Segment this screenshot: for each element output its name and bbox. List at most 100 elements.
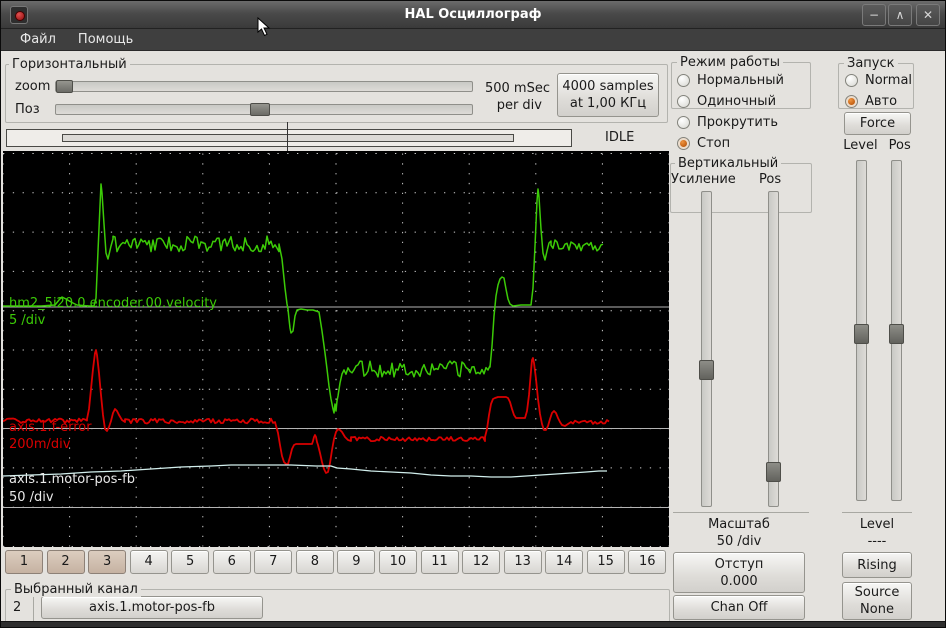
trigger-option-1[interactable]: Авто bbox=[845, 93, 912, 109]
samples-button-line1: 4000 samples bbox=[562, 79, 654, 94]
trigger-option-label: Normal bbox=[865, 72, 913, 88]
selected-channel-frame-label: Выбранный канал bbox=[11, 582, 141, 597]
trigger-radio-group: Normal Авто bbox=[845, 73, 912, 115]
zoom-slider-handle[interactable] bbox=[56, 80, 73, 93]
samples-button-line2: at 1,00 КГц bbox=[569, 96, 647, 111]
rate-per-div-line2: per div bbox=[496, 98, 542, 113]
trigger-pos-slider-handle[interactable] bbox=[889, 323, 904, 344]
scope-canvas bbox=[2, 153, 670, 547]
rate-per-div-line1: 500 mSec bbox=[484, 81, 550, 96]
mode-option-label: Одиночный bbox=[697, 93, 777, 109]
channel-button-16[interactable]: 16 bbox=[628, 550, 667, 574]
trigger-option-label: Авто bbox=[865, 93, 898, 109]
radio-icon[interactable] bbox=[677, 73, 690, 87]
radio-icon[interactable] bbox=[677, 136, 690, 150]
offset-button-value: 0.000 bbox=[720, 573, 758, 589]
channel-button-10[interactable]: 10 bbox=[378, 550, 417, 574]
channel-button-7[interactable]: 7 bbox=[254, 550, 293, 574]
scale-value: 50 /div bbox=[716, 534, 762, 549]
scale-label: Масштаб bbox=[708, 517, 770, 532]
vertical-pos-slider-label: Pos bbox=[759, 172, 782, 187]
mode-option-0[interactable]: Нормальный bbox=[677, 72, 784, 88]
trigger-position-marker bbox=[287, 122, 288, 152]
channel-button-15[interactable]: 15 bbox=[586, 550, 625, 574]
trace-2-name-label: axis.1.f-error bbox=[9, 420, 92, 435]
scope-display bbox=[2, 151, 670, 547]
mode-option-2[interactable]: Прокрутить bbox=[677, 114, 784, 130]
radio-icon[interactable] bbox=[677, 94, 690, 108]
channel-button-5[interactable]: 5 bbox=[171, 550, 210, 574]
trace-1-name-label: hm2_5i20.0.encoder.00.velocity bbox=[9, 296, 217, 311]
minimize-button[interactable]: − bbox=[862, 4, 886, 26]
selected-channel-name-button[interactable]: axis.1.motor-pos-fb bbox=[41, 596, 263, 619]
trigger-level-slider-handle[interactable] bbox=[854, 323, 869, 344]
vertical-frame-label: Вертикальный bbox=[675, 156, 782, 171]
trace-3-name-label: axis.1.motor-pos-fb bbox=[9, 472, 135, 487]
trigger-level-label: Level bbox=[843, 138, 878, 153]
force-button[interactable]: Force bbox=[844, 112, 911, 135]
trigger-level-readout-label: Level bbox=[859, 517, 895, 532]
mode-option-1[interactable]: Одиночный bbox=[677, 93, 784, 109]
channel-button-3[interactable]: 3 bbox=[88, 550, 127, 574]
chan-off-button[interactable]: Chan Off bbox=[673, 595, 805, 620]
samples-button[interactable]: 4000 samples at 1,00 КГц bbox=[557, 73, 659, 117]
record-progress-bar bbox=[6, 129, 572, 147]
channel-button-4[interactable]: 4 bbox=[129, 550, 168, 574]
menu-item-file[interactable]: Файл bbox=[11, 30, 65, 49]
channel-button-6[interactable]: 6 bbox=[212, 550, 251, 574]
menu-item-help[interactable]: Помощь bbox=[69, 30, 142, 49]
channel-button-1[interactable]: 1 bbox=[5, 550, 43, 574]
channel-button-2[interactable]: 2 bbox=[46, 550, 85, 574]
position-slider[interactable] bbox=[55, 103, 473, 116]
gain-slider-handle[interactable] bbox=[699, 359, 714, 380]
offset-button[interactable]: Отступ 0.000 bbox=[673, 552, 805, 593]
trigger-level-readout-value: ---- bbox=[867, 534, 887, 549]
channel-button-13[interactable]: 13 bbox=[503, 550, 542, 574]
horizontal-frame-label: Горизонтальный bbox=[9, 57, 130, 72]
vertical-pos-slider-handle[interactable] bbox=[766, 462, 781, 483]
selected-channel-number: 2 bbox=[13, 600, 22, 615]
trigger-pos-label: Pos bbox=[888, 138, 911, 153]
gain-slider[interactable] bbox=[699, 191, 714, 507]
radio-icon[interactable] bbox=[845, 73, 858, 87]
vertical-separator bbox=[673, 512, 809, 513]
position-slider-handle[interactable] bbox=[250, 103, 271, 116]
mode-option-label: Прокрутить bbox=[697, 114, 779, 130]
window-bottom-border bbox=[1, 621, 945, 627]
mode-option-3[interactable]: Стоп bbox=[677, 135, 784, 151]
trigger-source-button[interactable]: Source None bbox=[842, 582, 912, 620]
zoom-slider[interactable] bbox=[55, 80, 473, 93]
window-title: HAL Осциллограф bbox=[404, 7, 542, 22]
channel-button-12[interactable]: 12 bbox=[462, 550, 501, 574]
mode-radio-group: Нормальный Одиночный Прокрутить Стоп bbox=[677, 73, 784, 157]
rising-button[interactable]: Rising bbox=[842, 552, 912, 578]
trigger-separator bbox=[842, 512, 912, 513]
menu-bar: Файл Помощь bbox=[1, 29, 945, 51]
channel-button-8[interactable]: 8 bbox=[295, 550, 334, 574]
vertical-pos-slider[interactable] bbox=[766, 191, 781, 507]
channel-button-11[interactable]: 11 bbox=[420, 550, 459, 574]
offset-button-label: Отступ bbox=[714, 556, 764, 572]
acquisition-status: IDLE bbox=[605, 130, 635, 145]
gain-slider-label: Усиление bbox=[671, 172, 736, 187]
close-button[interactable]: ✕ bbox=[916, 4, 940, 26]
radio-icon[interactable] bbox=[677, 115, 690, 129]
trigger-source-line2: None bbox=[860, 602, 894, 617]
radio-icon[interactable] bbox=[845, 94, 858, 108]
maximize-button[interactable]: ∧ bbox=[888, 4, 912, 26]
mode-frame-label: Режим работы bbox=[677, 55, 783, 70]
trigger-pos-slider[interactable] bbox=[889, 160, 904, 501]
trace-3-scale-label: 50 /div bbox=[9, 490, 54, 505]
app-window: HAL Осциллограф − ∧ ✕ Файл Помощь Горизо… bbox=[0, 0, 946, 628]
mode-option-label: Стоп bbox=[697, 135, 731, 151]
trace-2-scale-label: 200m/div bbox=[9, 437, 71, 452]
channel-button-9[interactable]: 9 bbox=[337, 550, 376, 574]
zoom-slider-label: zoom bbox=[15, 79, 51, 94]
mode-option-label: Нормальный bbox=[697, 72, 784, 88]
position-slider-label: Поз bbox=[15, 102, 40, 117]
selected-channel-divider bbox=[33, 593, 34, 622]
trigger-level-slider[interactable] bbox=[854, 160, 869, 501]
channel-button-14[interactable]: 14 bbox=[545, 550, 584, 574]
title-bar[interactable]: HAL Осциллограф − ∧ ✕ bbox=[1, 1, 945, 29]
trigger-option-0[interactable]: Normal bbox=[845, 72, 913, 88]
